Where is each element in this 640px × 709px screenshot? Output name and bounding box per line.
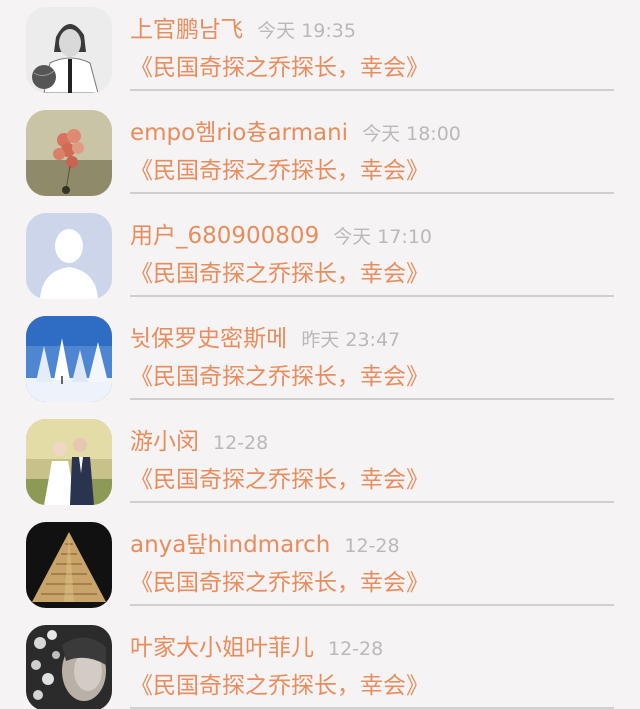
sender-name: 叶家大小姐叶菲儿 12-28 bbox=[130, 632, 383, 665]
list-item[interactable]: 뉫保罗史密斯메 昨天 23:47 《民国奇探之乔探长，幸会》 bbox=[0, 309, 640, 412]
sender-name: 用户_680900809 今天 17:10 bbox=[130, 220, 432, 253]
list-item[interactable]: 叶家大小姐叶菲儿 12-28 《民国奇探之乔探长，幸会》 bbox=[0, 618, 640, 709]
divider bbox=[130, 192, 614, 194]
timestamp: 今天 19:35 bbox=[257, 20, 356, 42]
list-item[interactable]: anya탚hindmarch 12-28 《民国奇探之乔探长，幸会》 bbox=[0, 515, 640, 618]
message-text: 《民国奇探之乔探长，幸会》 bbox=[130, 364, 429, 390]
sender-name-text: 上官鹏남飞 bbox=[130, 17, 244, 43]
sender-name: 上官鹏남飞 今天 19:35 bbox=[130, 14, 356, 47]
divider bbox=[130, 604, 614, 606]
avatar[interactable] bbox=[26, 419, 112, 505]
avatar[interactable] bbox=[26, 213, 112, 299]
message-text: 《民国奇探之乔探长，幸会》 bbox=[130, 467, 429, 493]
avatar[interactable] bbox=[26, 316, 112, 402]
avatar-pyramid-icon bbox=[26, 522, 112, 608]
avatar[interactable] bbox=[26, 625, 112, 709]
timestamp: 昨天 23:47 bbox=[301, 329, 401, 351]
avatar-snow-trees-icon bbox=[26, 316, 112, 402]
divider bbox=[130, 501, 614, 503]
avatar-man-basketball-icon bbox=[26, 7, 112, 93]
message-list: 上官鹏남飞 今天 19:35 《民国奇探之乔探长，幸会》 empo헴rio츙arm… bbox=[0, 0, 640, 709]
sender-name-text: 뉫保罗史密斯메 bbox=[130, 326, 288, 352]
sender-name-text: 游小闵 bbox=[130, 429, 199, 455]
timestamp: 今天 17:10 bbox=[333, 226, 432, 248]
sender-name: empo헴rio츙armani 今天 18:00 bbox=[130, 117, 461, 150]
avatar-woman-flowers-icon bbox=[26, 625, 112, 709]
avatar-default-person-icon bbox=[26, 213, 112, 299]
avatar[interactable] bbox=[26, 110, 112, 196]
message-text: 《民国奇探之乔探长，幸会》 bbox=[130, 55, 429, 81]
divider bbox=[130, 295, 614, 297]
timestamp: 12-28 bbox=[213, 432, 269, 454]
divider bbox=[130, 398, 614, 400]
sender-name: 游小闵 12-28 bbox=[130, 426, 268, 459]
list-item[interactable]: empo헴rio츙armani 今天 18:00 《民国奇探之乔探长，幸会》 bbox=[0, 103, 640, 206]
avatar[interactable] bbox=[26, 7, 112, 93]
sender-name-text: empo헴rio츙armani bbox=[130, 120, 349, 146]
message-text: 《民国奇探之乔探长，幸会》 bbox=[130, 158, 429, 184]
list-item[interactable]: 用户_680900809 今天 17:10 《民国奇探之乔探长，幸会》 bbox=[0, 206, 640, 309]
sender-name: anya탚hindmarch 12-28 bbox=[130, 529, 400, 562]
avatar[interactable] bbox=[26, 522, 112, 608]
timestamp: 12-28 bbox=[328, 638, 384, 660]
message-text: 《民国奇探之乔探长，幸会》 bbox=[130, 261, 429, 287]
list-item[interactable]: 游小闵 12-28 《民国奇探之乔探长，幸会》 bbox=[0, 412, 640, 515]
sender-name: 뉫保罗史密斯메 昨天 23:47 bbox=[130, 323, 400, 356]
sender-name-text: 叶家大小姐叶菲儿 bbox=[130, 635, 314, 661]
divider bbox=[130, 89, 614, 91]
message-text: 《民国奇探之乔探长，幸会》 bbox=[130, 570, 429, 596]
sender-name-text: 用户_680900809 bbox=[130, 223, 320, 249]
timestamp: 12-28 bbox=[344, 535, 400, 557]
sender-name-text: anya탚hindmarch bbox=[130, 532, 331, 558]
list-item[interactable]: 上官鹏남飞 今天 19:35 《民国奇探之乔探长，幸会》 bbox=[0, 0, 640, 103]
avatar-balloons-icon bbox=[26, 110, 112, 196]
avatar-wedding-couple-icon bbox=[26, 419, 112, 505]
timestamp: 今天 18:00 bbox=[362, 123, 461, 145]
message-text: 《民国奇探之乔探长，幸会》 bbox=[130, 673, 429, 699]
